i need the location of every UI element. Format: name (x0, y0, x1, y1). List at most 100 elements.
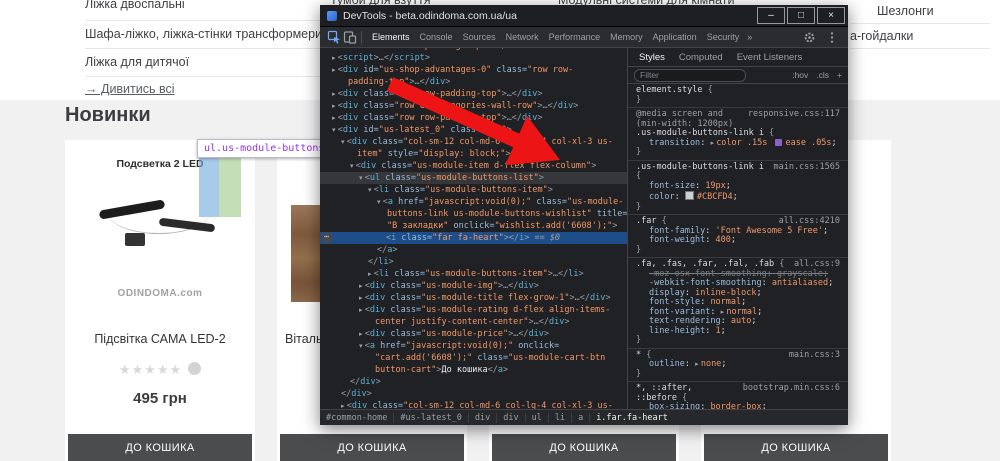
css-source-link[interactable]: responsive.css:117 (748, 110, 840, 120)
tab-security[interactable]: Security (702, 27, 745, 47)
device-toolbar-icon[interactable] (342, 30, 358, 45)
tree-row[interactable]: ▸ <div class="row row-padding-top">…</di… (320, 88, 627, 100)
photo-adapter-shape (125, 233, 145, 246)
tree-row[interactable]: ▾ <div class="us-module-item d-flex flex… (320, 160, 627, 172)
breadcrumb-common-home[interactable]: #common-home (320, 413, 393, 423)
inspect-element-icon[interactable] (326, 30, 342, 45)
menu-divider (85, 20, 320, 21)
tree-row[interactable]: ▸ <div class="us-module-rating d-flex al… (320, 304, 627, 316)
tree-row[interactable]: ▸ <div class="row row-padding-top">…</di… (320, 112, 627, 124)
breadcrumb-a[interactable]: a (571, 413, 589, 423)
css-property[interactable]: font-size: 19px; (636, 182, 840, 192)
tree-row[interactable]: ▾ <ul class="us-module-buttons-list"> (320, 172, 627, 184)
elements-breadcrumb-bar: #common-home#us-latest_0divdivulliai.far… (320, 409, 848, 425)
tree-row[interactable]: ▾ <li class="us-module-buttons-item"> (320, 184, 627, 196)
add-to-cart-button[interactable]: ДО КОШИКА (280, 434, 464, 461)
tree-row[interactable]: ▸ <div class="us-module-title flex-grow-… (320, 292, 627, 304)
tree-row[interactable]: ▾ <a href="javascript:void(0);" onclick= (320, 340, 627, 352)
settings-gear-icon[interactable] (801, 30, 817, 45)
tree-row-selected[interactable]: ⋯<i class="far fa-heart"></i> == $0 (320, 232, 627, 244)
css-selector[interactable]: .fa, .fas, .far, .fal, .fab (636, 259, 774, 269)
pseudo-class-buttons: :hov .cls + (792, 70, 842, 80)
tab-elements[interactable]: Elements (367, 27, 415, 47)
add-to-cart-button[interactable]: ДО КОШИКА (492, 434, 676, 461)
css-source-link[interactable]: bootstrap.min.css:6 (743, 384, 840, 394)
tree-row[interactable]: </li> (320, 256, 627, 268)
inspect-highlight-padding (219, 151, 241, 217)
tree-row[interactable]: padding-top">…</div> (320, 76, 627, 88)
menu-item-rocking-chairs[interactable]: а-гойдалки (850, 29, 913, 43)
tree-row[interactable]: buttons-link us-module-buttons-wishlist"… (320, 208, 627, 220)
sidebar-tab-computed[interactable]: Computed (672, 52, 730, 63)
breadcrumb-div[interactable]: div (496, 413, 524, 423)
breadcrumb-us-latest_0[interactable]: #us-latest_0 (393, 413, 467, 423)
breadcrumb-div[interactable]: div (468, 413, 496, 423)
devtools-app-icon (327, 11, 337, 21)
tree-row[interactable]: ▾ <div id="us-latest_0" class="row"> (320, 124, 627, 136)
css-property[interactable]: outline: ▸ none; (636, 360, 840, 370)
kebab-menu-icon[interactable] (824, 30, 840, 45)
add-to-cart-button[interactable]: ДО КОШИКА (704, 434, 888, 461)
pseudo-button-cls[interactable]: .cls (816, 70, 829, 80)
css-property[interactable]: transition: ▸ color .15s ease .05s; (636, 139, 840, 149)
css-property[interactable]: font-weight: 400; (636, 236, 840, 246)
tab-console[interactable]: Console (415, 27, 458, 47)
tree-row[interactable]: </div> (320, 388, 627, 400)
pseudo-button-hov[interactable]: :hov (792, 70, 808, 80)
tab-performance[interactable]: Performance (544, 27, 606, 47)
node-actions-icon[interactable]: ⋯ (322, 233, 332, 243)
css-property[interactable]: color: #CBCFD4; (636, 191, 840, 203)
pseudo-button-[interactable]: + (837, 70, 842, 80)
breadcrumb-ifarfa-heart[interactable]: i.far.fa-heart (589, 413, 674, 423)
devtools-titlebar[interactable]: DevTools - beta.odindoma.com.ua/ua – □ × (320, 5, 848, 27)
css-property[interactable]: line-height: 1; (636, 327, 840, 337)
tree-row[interactable]: "cart.add('6608');" class="us-module-car… (320, 352, 627, 364)
css-selector[interactable]: .us-module-buttons-link i (636, 162, 764, 172)
tree-row[interactable]: ▸ <div class="row us-categories-wall-row… (320, 100, 627, 112)
menu-item-kids-beds[interactable]: Ліжка для дитячої (85, 55, 189, 69)
minimize-button[interactable]: – (757, 7, 785, 24)
breadcrumb-li[interactable]: li (548, 413, 571, 423)
css-selector[interactable]: element.style (636, 85, 703, 95)
tree-row[interactable]: item" style="display: block;"> (320, 148, 627, 160)
tab-memory[interactable]: Memory (605, 27, 648, 47)
rating-stars: ★★★★★ (119, 362, 182, 377)
tree-row[interactable]: center justify-content-center">…</div> (320, 316, 627, 328)
menu-item-wardrobe-beds[interactable]: Шафа-ліжко, ліжка-стінки трансформери (85, 27, 322, 41)
tab-network[interactable]: Network (501, 27, 544, 47)
tree-row[interactable]: ▸ <div class="us-module-img">…</div> (320, 280, 627, 292)
css-source-link[interactable]: main.css:1565 (773, 163, 840, 173)
tree-row[interactable]: ▾ <div class="col-sm-12 col-md-6 col-lg-… (320, 136, 627, 148)
styles-filter-input[interactable] (634, 69, 746, 82)
product-title[interactable]: Підсвітка САМА LED-2 (65, 332, 255, 346)
tree-row[interactable]: ▸ <div class="col-sm-12 col-md-6 col-lg-… (320, 400, 627, 409)
more-tabs-icon[interactable]: » (744, 32, 755, 42)
css-rule: main.css:3* {outline: ▸ none;} (628, 348, 848, 382)
add-to-cart-button[interactable]: ДО КОШИКА (68, 434, 252, 461)
tree-row[interactable]: ▾ <a href="javascript:void(0);" class="u… (320, 196, 627, 208)
menu-item-loungers[interactable]: Шезлонги (877, 4, 934, 18)
bezier-editor-icon[interactable] (775, 139, 782, 146)
close-button[interactable]: × (817, 7, 845, 24)
tree-row[interactable]: "В закладки" onclick="wishlist.add('6608… (320, 220, 627, 232)
menu-item-beds-double[interactable]: Ліжка двоспальні (85, 0, 185, 11)
tree-row[interactable]: </div> (320, 376, 627, 388)
tab-application[interactable]: Application (648, 27, 702, 47)
tree-row[interactable]: ▸ <li class="us-module-buttons-item">…</… (320, 268, 627, 280)
sidebar-tab-event-listeners[interactable]: Event Listeners (730, 52, 809, 63)
tree-row[interactable]: ▸ <div id="us-shop-advantages-0" class="… (320, 64, 627, 76)
sidebar-tab-styles[interactable]: Styles (632, 52, 672, 63)
tree-row[interactable]: button-cart">До кошика</a> (320, 364, 627, 376)
menu-item-view-all[interactable]: → Дивитись всі (85, 82, 175, 96)
tree-row[interactable]: ▸ <script>…</script> (320, 52, 627, 64)
maximize-button[interactable]: □ (787, 7, 815, 24)
css-selector-line[interactable]: element.style { (636, 86, 840, 96)
css-selector[interactable]: .far (636, 216, 656, 226)
tree-row[interactable]: ▸ <div class="us-module-price">…</div> (320, 328, 627, 340)
tab-sources[interactable]: Sources (458, 27, 501, 47)
css-selector[interactable]: .us-module-buttons-link i (636, 128, 764, 138)
color-swatch[interactable] (685, 191, 694, 200)
breadcrumb-ul[interactable]: ul (525, 413, 548, 423)
tree-row[interactable]: </a> (320, 244, 627, 256)
css-source-link[interactable]: main.css:3 (789, 351, 840, 361)
